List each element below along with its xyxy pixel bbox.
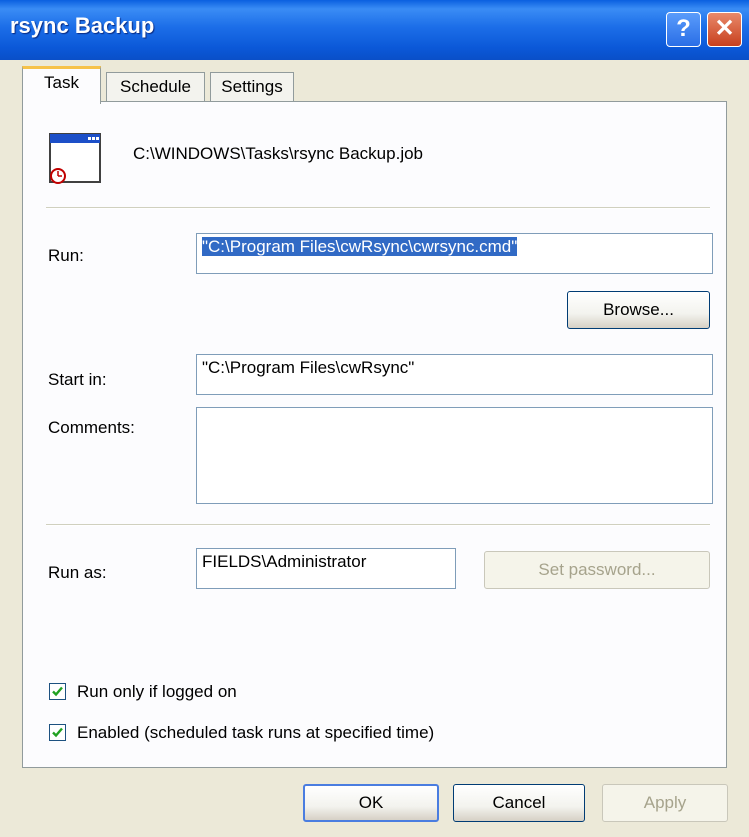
start-in-label: Start in: <box>48 370 107 389</box>
scheduled-task-window-icon <box>49 133 101 184</box>
tab-settings[interactable]: Settings <box>210 72 294 102</box>
title-bar[interactable]: rsync Backup ? ✕ <box>0 0 749 60</box>
help-icon: ? <box>676 15 691 42</box>
task-file-path: C:\WINDOWS\Tasks\rsync Backup.job <box>133 144 424 163</box>
set-password-button[interactable]: Set password... <box>484 551 710 589</box>
comments-field[interactable] <box>196 407 713 504</box>
start-in-field[interactable]: "C:\Program Files\cwRsync" <box>196 354 713 395</box>
close-icon: ✕ <box>714 15 735 42</box>
run-field-value: "C:\Program Files\cwRsync\cwrsync.cmd" <box>202 237 518 256</box>
run-only-if-logged-on-label[interactable]: Run only if logged on <box>77 682 237 702</box>
run-only-if-logged-on-checkbox[interactable] <box>49 683 66 700</box>
browse-button[interactable]: Browse... <box>567 291 710 329</box>
run-as-field[interactable]: FIELDS\Administrator <box>196 548 456 589</box>
run-label: Run: <box>48 246 84 265</box>
tab-task[interactable]: Task <box>22 66 101 104</box>
dialog-window: rsync Backup ? ✕ Task Schedule Settings … <box>0 0 749 837</box>
run-field[interactable]: "C:\Program Files\cwRsync\cwrsync.cmd" <box>196 233 713 274</box>
enabled-checkbox[interactable] <box>49 724 66 741</box>
comments-label: Comments: <box>48 418 135 437</box>
checkmark-icon <box>52 727 63 738</box>
run-as-label: Run as: <box>48 563 107 582</box>
window-title: rsync Backup <box>10 13 155 38</box>
cancel-button[interactable]: Cancel <box>453 784 585 822</box>
divider-middle <box>46 524 710 526</box>
checkmark-icon <box>52 686 63 697</box>
help-button[interactable]: ? <box>666 12 701 47</box>
close-button[interactable]: ✕ <box>707 12 742 47</box>
divider-top <box>46 207 710 209</box>
ok-button[interactable]: OK <box>303 784 439 822</box>
tab-schedule[interactable]: Schedule <box>106 72 205 102</box>
apply-button[interactable]: Apply <box>602 784 728 822</box>
enabled-label[interactable]: Enabled (scheduled task runs at specifie… <box>77 723 434 743</box>
